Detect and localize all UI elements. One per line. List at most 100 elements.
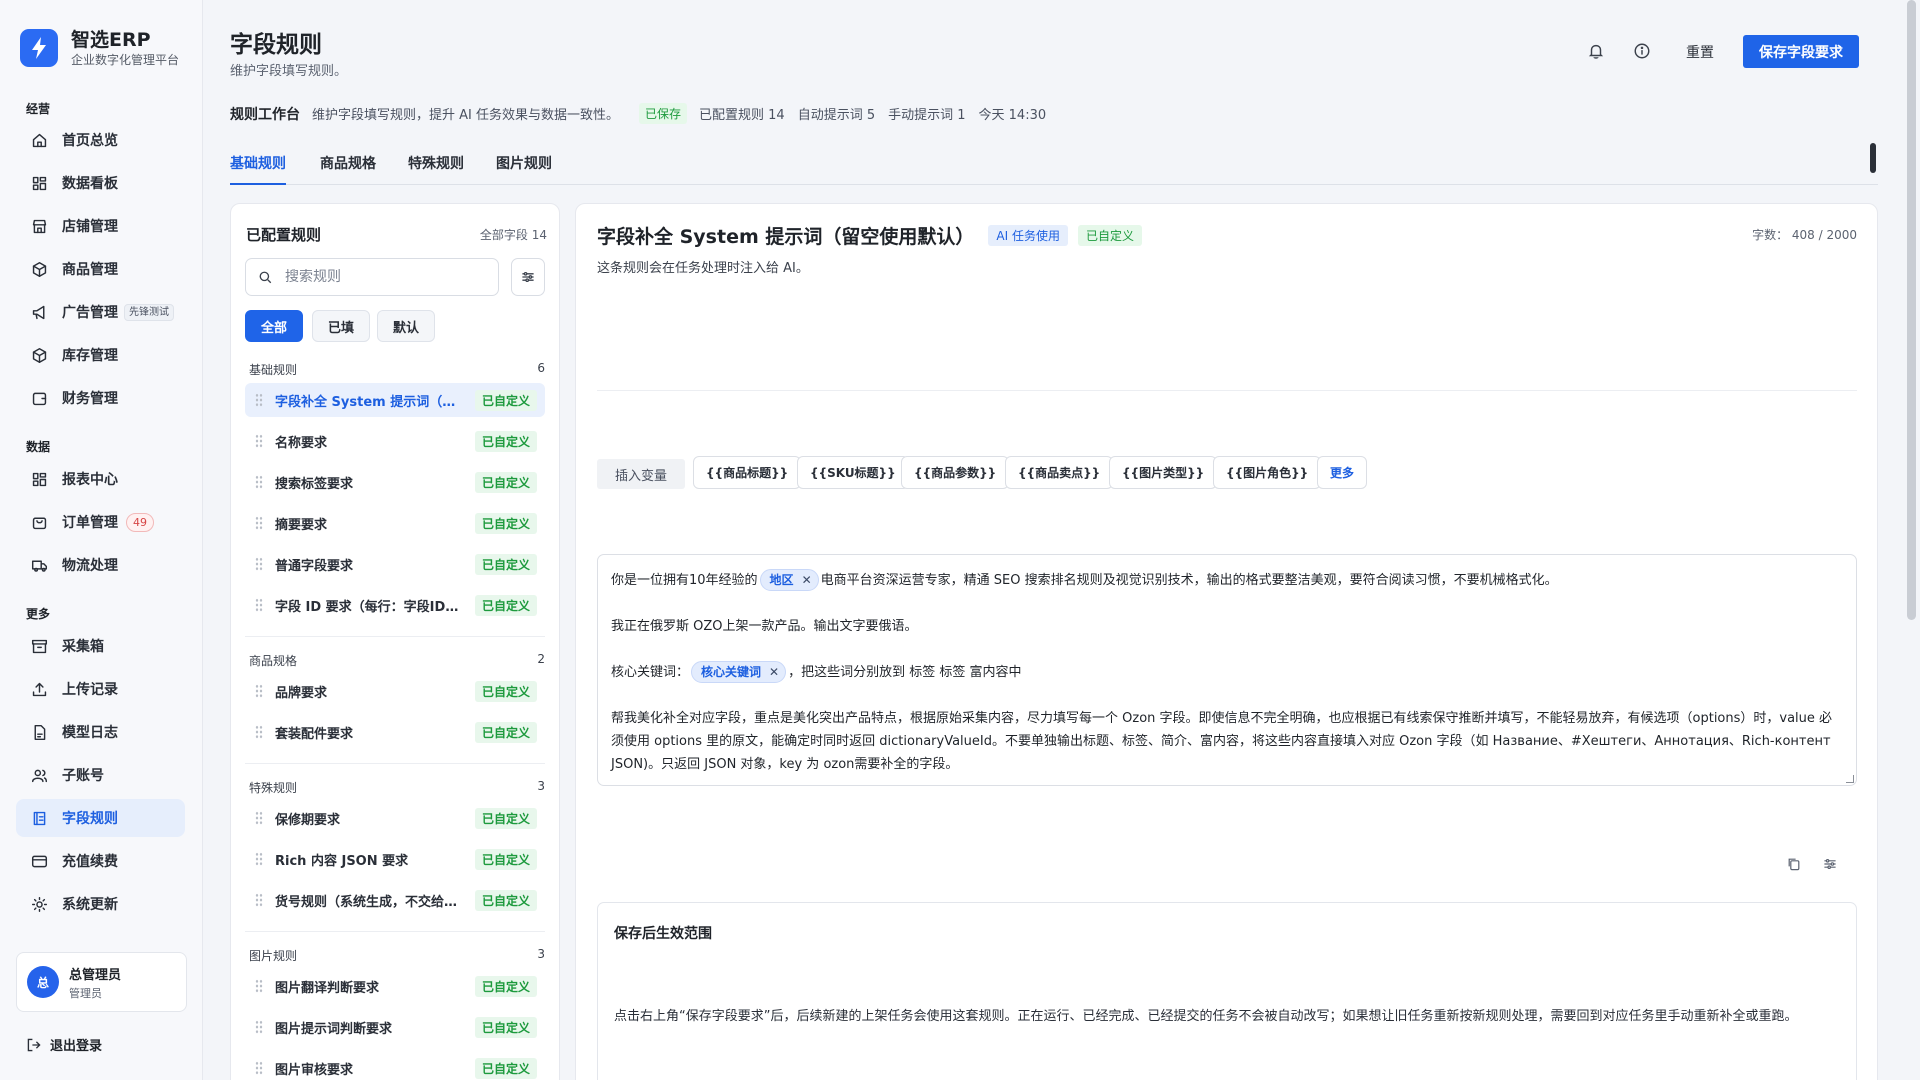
tab-image-rules[interactable]: 图片规则 (496, 153, 552, 183)
rule-item[interactable]: 搜索标签要求 已自定义 (245, 465, 545, 499)
filter-settings-button[interactable] (511, 258, 545, 296)
drag-handle-icon[interactable] (255, 852, 263, 866)
user-role: 管理员 (69, 986, 102, 1000)
sidebar-item-stores[interactable]: 店铺管理 (16, 207, 185, 245)
sidebar-item-ads[interactable]: 广告管理 先锋测试 (16, 293, 185, 331)
drag-handle-icon[interactable] (255, 393, 263, 407)
variable-button[interactable]: {{图片角色}} (1213, 456, 1322, 489)
sidebar-item-finance[interactable]: 财务管理 (16, 379, 185, 417)
reset-button[interactable]: 重置 (1669, 36, 1731, 68)
remove-chip-icon[interactable]: ✕ (802, 570, 812, 590)
sidebar-item-orders[interactable]: 订单管理 49 (16, 503, 185, 541)
search-box[interactable] (245, 258, 499, 296)
filter-default[interactable]: 默认 (377, 310, 436, 342)
drag-handle-icon[interactable] (255, 893, 263, 907)
rule-item[interactable]: 品牌要求 已自定义 (245, 674, 545, 708)
custom-tag: 已自定义 (474, 1057, 537, 1079)
logout-label: 退出登录 (50, 1039, 103, 1054)
drag-handle-icon[interactable] (255, 1061, 263, 1075)
sidebar-item-label: 库存管理 (62, 348, 118, 364)
card-icon (30, 852, 48, 870)
logout-button[interactable]: 退出登录 (26, 1035, 102, 1054)
rule-item[interactable]: 摘要要求 已自定义 (245, 506, 545, 540)
sidebar-item-label: 子账号 (62, 768, 104, 784)
sidebar-item-system-update[interactable]: 系统更新 (16, 885, 185, 923)
rule-item[interactable]: 图片翻译判断要求 已自定义 (245, 969, 545, 1003)
tab-product-specs[interactable]: 商品规格 (320, 153, 376, 183)
user-name: 总管理员 (69, 967, 122, 983)
custom-tag: 已自定义 (474, 680, 537, 702)
sidebar-item-model-log[interactable]: 模型日志 (16, 713, 185, 751)
saved-status-badge: 已保存 (639, 103, 688, 124)
manual-prompt-count: 手动提示词 1 (888, 108, 966, 123)
sidebar-item-products[interactable]: 商品管理 (16, 250, 185, 288)
brand[interactable]: 智选ERP 企业数字化管理平台 (20, 28, 179, 68)
tab-special-rules[interactable]: 特殊规则 (408, 153, 464, 183)
variable-button[interactable]: {{图片类型}} (1109, 456, 1218, 489)
beta-badge: 先锋测试 (124, 303, 174, 321)
sidebar-item-dashboard[interactable]: 数据看板 (16, 164, 185, 202)
resize-handle-icon[interactable] (1846, 775, 1854, 783)
rule-item[interactable]: 名称要求 已自定义 (245, 424, 545, 458)
rule-item[interactable]: 普通字段要求 已自定义 (245, 547, 545, 581)
copy-icon[interactable] (1786, 856, 1804, 874)
search-input[interactable] (285, 269, 475, 285)
info-icon[interactable] (1633, 42, 1653, 62)
rule-item[interactable]: 字段 ID 要求（每行：字段ID=要求） 已自定义 (245, 588, 545, 622)
rule-name: 品牌要求 (275, 685, 328, 701)
sidebar-item-inventory[interactable]: 库存管理 (16, 336, 185, 374)
variable-button[interactable]: {{商品参数}} (901, 456, 1010, 489)
prompt-editor[interactable]: 你是一位拥有10年经验的 地区 ✕ 电商平台资深运营专家，精通 SEO 搜索排名规则及… (597, 554, 1857, 786)
drag-handle-icon[interactable] (255, 434, 263, 448)
bell-icon[interactable] (1587, 42, 1607, 62)
user-card[interactable]: 总 总管理员 管理员 (16, 952, 187, 1012)
tabs-scrollbar[interactable] (1870, 143, 1876, 173)
tab-basic-rules[interactable]: 基础规则 (230, 153, 286, 185)
group-count: 3 (537, 779, 545, 793)
rule-item[interactable]: 图片审核要求 已自定义 (245, 1051, 545, 1080)
sidebar-item-logistics[interactable]: 物流处理 (16, 546, 185, 584)
drag-handle-icon[interactable] (255, 1020, 263, 1034)
editor-text: ，把这些词分别放到 标签 标签 富内容中 (788, 665, 1022, 680)
rule-item[interactable]: 保修期要求 已自定义 (245, 801, 545, 835)
drag-handle-icon[interactable] (255, 475, 263, 489)
drag-handle-icon[interactable] (255, 516, 263, 530)
drag-handle-icon[interactable] (255, 979, 263, 993)
variable-chip-keyword[interactable]: 核心关键词 ✕ (691, 661, 787, 683)
variable-button[interactable]: {{商品卖点}} (1005, 456, 1114, 489)
group-name: 特殊规则 (249, 781, 298, 795)
variable-button[interactable]: {{SKU标题}} (797, 456, 909, 489)
sliders-icon[interactable] (1822, 856, 1840, 874)
sidebar-item-label: 系统更新 (62, 897, 118, 913)
sidebar-item-collection[interactable]: 采集箱 (16, 627, 185, 665)
rule-item[interactable]: Rich 内容 JSON 要求 已自定义 (245, 842, 545, 876)
drag-handle-icon[interactable] (255, 725, 263, 739)
char-count: 字数： 408 / 2000 (1752, 228, 1857, 242)
custom-badge: 已自定义 (1077, 225, 1142, 246)
drag-handle-icon[interactable] (255, 557, 263, 571)
sidebar-item-reports[interactable]: 报表中心 (16, 460, 185, 498)
drag-handle-icon[interactable] (255, 598, 263, 612)
rule-item[interactable]: 套装配件要求 已自定义 (245, 715, 545, 749)
sidebar-item-recharge[interactable]: 充值续费 (16, 842, 185, 880)
filter-filled[interactable]: 已填 (312, 310, 371, 342)
sidebar-item-uploads[interactable]: 上传记录 (16, 670, 185, 708)
remove-chip-icon[interactable]: ✕ (769, 662, 779, 682)
variable-button[interactable]: {{商品标题}} (693, 456, 802, 489)
drag-handle-icon[interactable] (255, 684, 263, 698)
save-rules-button[interactable]: 保存字段要求 (1743, 35, 1859, 68)
variable-chip-region[interactable]: 地区 ✕ (759, 569, 819, 591)
group-header: 特殊规则 3 (249, 779, 545, 796)
group-header: 商品规格 2 (249, 652, 545, 669)
editor-text: 你是一位拥有10年经验的 (611, 573, 758, 588)
sidebar-item-field-rules[interactable]: 字段规则 (16, 799, 185, 837)
more-variables-button[interactable]: 更多 (1317, 456, 1368, 489)
rule-item[interactable]: 字段补全 System 提示词（留空使用默认） 已自定义 (245, 383, 545, 417)
rule-item[interactable]: 图片提示词判断要求 已自定义 (245, 1010, 545, 1044)
drag-handle-icon[interactable] (255, 811, 263, 825)
sidebar-item-subaccounts[interactable]: 子账号 (16, 756, 185, 794)
filter-all[interactable]: 全部 (245, 310, 304, 342)
sidebar-item-home[interactable]: 首页总览 (16, 121, 185, 159)
page-scrollbar[interactable] (1907, 0, 1916, 620)
rule-item[interactable]: 货号规则（系统生成，不交给AI） 已自定义 (245, 883, 545, 917)
